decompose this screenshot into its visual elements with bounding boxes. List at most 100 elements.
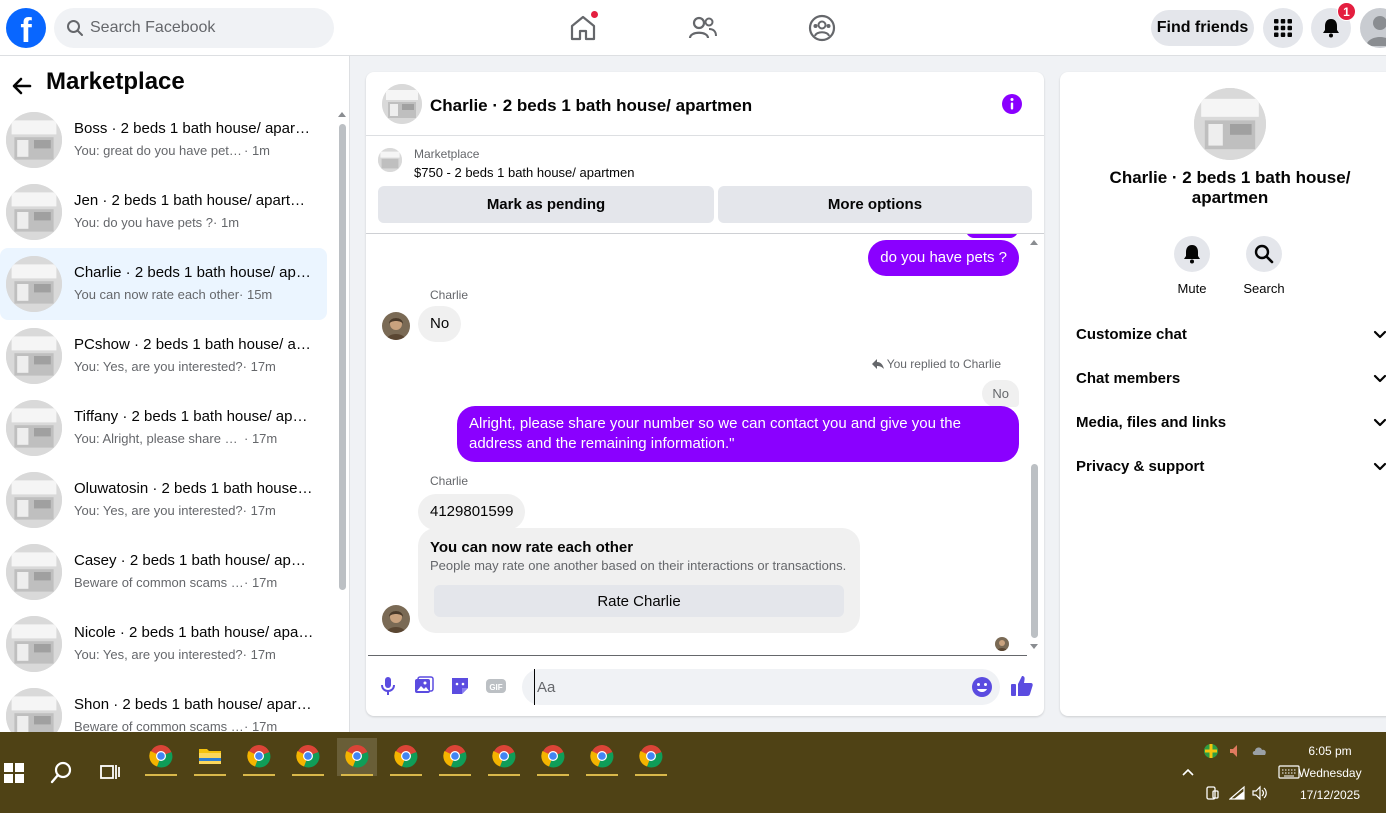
chrome-taskbar-button[interactable] bbox=[288, 738, 328, 776]
search-conversation-button[interactable]: Search bbox=[1232, 236, 1296, 296]
photo-icon[interactable] bbox=[414, 676, 434, 696]
menu-button[interactable] bbox=[1263, 8, 1303, 48]
facebook-logo[interactable]: f bbox=[6, 8, 46, 48]
sender-avatar[interactable] bbox=[382, 605, 410, 633]
incoming-message[interactable]: 4129801599 bbox=[418, 494, 526, 530]
chrome-taskbar-button[interactable] bbox=[484, 738, 524, 776]
sticker-icon[interactable] bbox=[450, 676, 470, 696]
conversation-item[interactable]: Tiffany · 2 beds 1 bath house/ apartmen Y… bbox=[0, 392, 327, 464]
conversation-item[interactable]: Casey · 2 beds 1 bath house/ apartmen Bew… bbox=[0, 536, 327, 608]
listing-photo-icon bbox=[1194, 88, 1266, 160]
sender-name: Charlie bbox=[430, 474, 469, 488]
conversation-thumbnail bbox=[6, 544, 62, 600]
listing-thumbnail[interactable] bbox=[378, 148, 402, 172]
chrome-icon bbox=[639, 745, 663, 768]
conversation-item[interactable]: Nicole · 2 beds 1 bath house/ apartmen Yo… bbox=[0, 608, 327, 680]
chrome-taskbar-button[interactable] bbox=[337, 738, 377, 776]
listing-photo-icon bbox=[382, 84, 422, 124]
conversation-snippet: You: Yes, are you interested? bbox=[74, 647, 243, 662]
conversation-item[interactable]: Charlie · 2 beds 1 bath house/ apartmen Y… bbox=[0, 248, 327, 320]
file-explorer-taskbar-button[interactable] bbox=[190, 738, 230, 776]
wifi-tray-icon[interactable] bbox=[1228, 785, 1245, 801]
clock-day[interactable]: Wednesday bbox=[1290, 766, 1370, 780]
sender-avatar[interactable] bbox=[382, 312, 410, 340]
quoted-message[interactable]: No bbox=[982, 380, 1019, 407]
back-arrow-icon[interactable] bbox=[10, 74, 34, 98]
mark-as-pending-button[interactable]: Mark as pending bbox=[378, 186, 714, 223]
privacy-support-row[interactable]: Privacy & support bbox=[1076, 444, 1386, 488]
groups-nav-button[interactable] bbox=[806, 12, 838, 44]
running-indicator bbox=[537, 774, 569, 776]
listing-photo-icon bbox=[6, 112, 62, 168]
chat-scroll-up-arrow-icon[interactable] bbox=[1030, 240, 1038, 245]
conversation-item[interactable]: Oluwatosin · 2 beds 1 bath house/ apartm… bbox=[0, 464, 327, 536]
task-view-icon[interactable] bbox=[99, 761, 121, 783]
find-friends-button[interactable]: Find friends bbox=[1151, 10, 1254, 46]
chrome-taskbar-button[interactable] bbox=[239, 738, 279, 776]
chrome-taskbar-button[interactable] bbox=[582, 738, 622, 776]
windows-start-icon[interactable] bbox=[4, 763, 24, 783]
search-input[interactable] bbox=[90, 8, 326, 48]
conversation-time: · 17m bbox=[244, 431, 278, 446]
bell-icon bbox=[1184, 245, 1200, 264]
conversation-item[interactable]: Shon · 2 beds 1 bath house/ apartmen Bewa… bbox=[0, 680, 327, 732]
device-tray-icon[interactable] bbox=[1204, 785, 1220, 801]
clock-time[interactable]: 6:05 pm bbox=[1290, 744, 1370, 758]
message-input[interactable] bbox=[534, 669, 964, 705]
thumbs-up-icon[interactable] bbox=[1010, 674, 1034, 698]
conversation-preview: You: great do you have pets ? · 1m bbox=[74, 143, 319, 158]
conversation-item[interactable]: Jen · 2 beds 1 bath house/ apartmen You: … bbox=[0, 176, 327, 248]
chrome-taskbar-button[interactable] bbox=[435, 738, 475, 776]
customize-chat-row[interactable]: Customize chat bbox=[1076, 312, 1386, 356]
search-box[interactable] bbox=[54, 8, 334, 48]
media-files-links-row[interactable]: Media, files and links bbox=[1076, 400, 1386, 444]
taskbar-search-icon[interactable] bbox=[50, 760, 74, 784]
mute-button[interactable]: Mute bbox=[1160, 236, 1224, 296]
tray-app-icon[interactable] bbox=[1203, 743, 1219, 759]
gif-icon[interactable]: GIF bbox=[486, 676, 506, 696]
chat-scroll-thumb[interactable] bbox=[1031, 464, 1038, 638]
chat-members-row[interactable]: Chat members bbox=[1076, 356, 1386, 400]
chat-header-avatar[interactable] bbox=[382, 84, 422, 124]
info-avatar[interactable] bbox=[1194, 88, 1266, 160]
more-options-button[interactable]: More options bbox=[718, 186, 1032, 223]
notification-badge: 1 bbox=[1337, 2, 1356, 21]
groups-icon bbox=[808, 14, 836, 42]
speaker-icon bbox=[1230, 745, 1237, 757]
conversation-item[interactable]: PCshow · 2 beds 1 bath house/ apartmen Yo… bbox=[0, 320, 327, 392]
friends-nav-button[interactable] bbox=[687, 12, 719, 44]
listing-price-title[interactable]: $750 - 2 beds 1 bath house/ apartmen bbox=[414, 165, 634, 180]
incoming-message[interactable]: No bbox=[418, 306, 462, 342]
conversation-item[interactable]: Boss · 2 beds 1 bath house/ apartmen You:… bbox=[0, 104, 327, 176]
info-icon[interactable] bbox=[1002, 94, 1022, 114]
outgoing-message[interactable]: Alright, please share your number so we … bbox=[457, 406, 1019, 462]
emoji-icon[interactable] bbox=[971, 676, 993, 698]
chrome-icon bbox=[541, 745, 565, 768]
conversation-time: · 17m bbox=[242, 359, 276, 374]
scroll-up-arrow-icon[interactable] bbox=[338, 112, 346, 117]
outgoing-message[interactable]: do you have pets ? bbox=[868, 240, 1019, 276]
microphone-icon[interactable] bbox=[378, 676, 398, 696]
speaker-muted-tray-icon[interactable] bbox=[1228, 743, 1244, 759]
chrome-taskbar-button[interactable] bbox=[533, 738, 573, 776]
home-nav-button[interactable] bbox=[567, 10, 599, 44]
chat-scroll-down-arrow-icon[interactable] bbox=[1030, 644, 1038, 649]
conversation-thumbnail bbox=[6, 184, 62, 240]
show-hidden-icons-chevron-icon[interactable] bbox=[1180, 764, 1196, 780]
rate-charlie-button[interactable]: Rate Charlie bbox=[434, 585, 844, 617]
chrome-taskbar-button[interactable] bbox=[386, 738, 426, 776]
chrome-taskbar-button[interactable] bbox=[631, 738, 671, 776]
listing-photo-icon bbox=[6, 544, 62, 600]
bell-icon bbox=[1323, 19, 1339, 38]
rate-card-description: People may rate one another based on the… bbox=[430, 558, 847, 573]
listing-photo-icon bbox=[6, 328, 62, 384]
message-composer[interactable] bbox=[522, 669, 1000, 705]
profile-avatar[interactable] bbox=[1360, 8, 1386, 48]
sidebar-scroll-thumb[interactable] bbox=[339, 124, 346, 590]
wifi-icon bbox=[1228, 785, 1245, 800]
clock-date[interactable]: 17/12/2025 bbox=[1290, 788, 1370, 802]
volume-tray-icon[interactable] bbox=[1252, 785, 1268, 801]
onedrive-tray-icon[interactable] bbox=[1252, 743, 1268, 759]
chrome-taskbar-button[interactable] bbox=[141, 738, 181, 776]
top-navigation-bar: f Find friends 1 bbox=[0, 0, 1386, 56]
